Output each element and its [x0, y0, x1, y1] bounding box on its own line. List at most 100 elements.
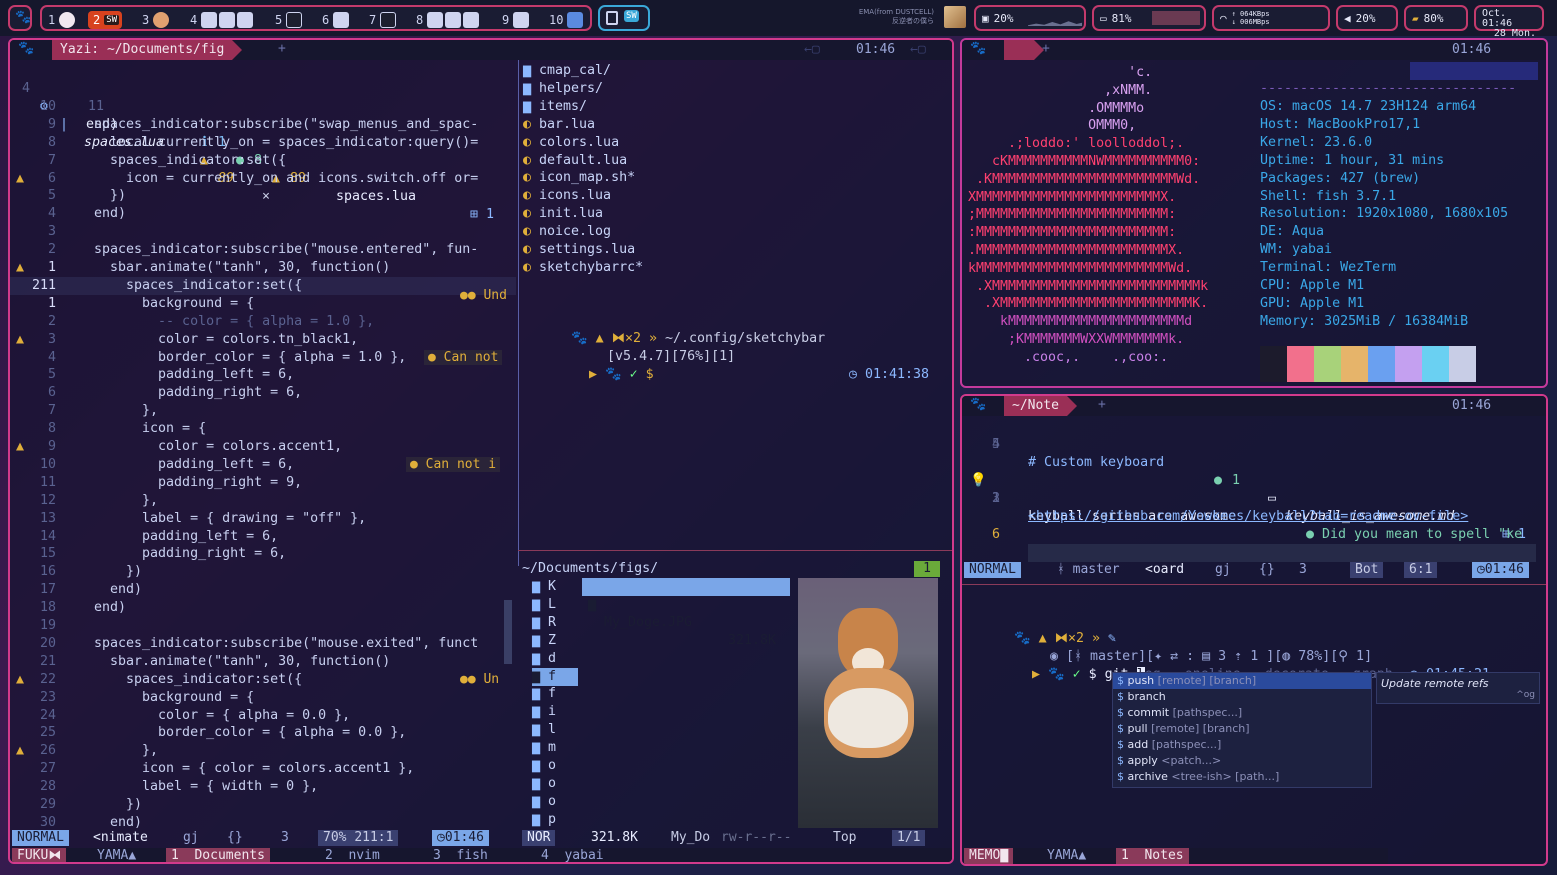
code-line[interactable]: 21 sbar.animate("tanh", 30, function() — [10, 653, 516, 671]
yazi-dir-entry[interactable]: ▆ K — [532, 578, 578, 596]
file-entry[interactable]: ◐ colors.lua — [523, 134, 619, 152]
cpu-widget[interactable]: ▣ 20% — [974, 5, 1086, 31]
note-link-line[interactable]: 2 <https://github.com/Yowkees/keyball?ta… — [962, 472, 1546, 524]
tmux-window-1[interactable]: 1 Documents — [166, 848, 270, 862]
tab-note[interactable]: ~/Note — [1004, 396, 1077, 416]
yazi-dir-entry[interactable]: ▆ f — [532, 667, 578, 686]
code-line[interactable]: 9 ▲ color = colors.accent1, — [10, 438, 516, 456]
code-line[interactable]: 3 — [10, 223, 516, 241]
completion-menu[interactable]: $ push [remote] [branch] $ branch $ commi… — [1112, 672, 1372, 788]
code-line[interactable]: 29 }) — [10, 796, 516, 814]
file-entry[interactable]: ◐ icon_map.sh* — [523, 169, 635, 187]
completion-item[interactable]: $ apply <patch...> — [1113, 753, 1371, 769]
code-line[interactable]: 2 -- color = { alpha = 1.0 }, — [10, 313, 516, 331]
code-line[interactable]: 5 padding_left = 6, — [10, 366, 516, 384]
code-line[interactable]: 24 color = { alpha = 0.0 }, — [10, 707, 516, 725]
nvim-editor[interactable]: 4 ⚙ | spaces.lua ▲ 89 × 11 end) ℹ1 ● 8 ▲ 8… — [10, 60, 516, 834]
yazi-dir-entry[interactable]: ▆ d — [532, 650, 578, 668]
yazi-dir-entry[interactable]: ▆ o — [532, 775, 578, 793]
new-tab-button[interactable]: + — [1042, 41, 1050, 56]
front-app[interactable]: SW — [598, 5, 650, 31]
code-line[interactable]: 12 }, — [10, 492, 516, 510]
volume-widget[interactable]: ◀ 20% — [1336, 5, 1398, 31]
code-line[interactable]: 10 — [10, 98, 516, 116]
file-entry[interactable]: ▆ helpers/ — [523, 80, 603, 98]
workspace-1[interactable]: 1 — [46, 11, 76, 29]
file-entry[interactable]: ▆ cmap_cal/ — [523, 62, 611, 80]
prompt-line[interactable]: ▶ 🐾 ✓ $ — [541, 348, 741, 382]
code-line[interactable]: 22 ▲ spaces_indicator:set({ — [10, 671, 516, 689]
clock-widget[interactable]: Oct. 01:46 28 Mon. — [1474, 5, 1544, 39]
now-playing[interactable]: EMA(from DUSTCELL) 反逆者の僕ら — [850, 8, 934, 26]
code-line[interactable]: 1 background = { — [10, 295, 516, 313]
code-line[interactable]: 8 icon = { — [10, 420, 516, 438]
code-line[interactable]: 19 — [10, 617, 516, 635]
file-entry[interactable]: ◐ settings.lua — [523, 241, 635, 259]
yazi-dir-entry[interactable]: ▆ l — [532, 721, 578, 739]
yazi-dir-entry[interactable]: ▆ p — [532, 811, 578, 829]
completion-item[interactable]: $ push [remote] [branch] — [1113, 673, 1371, 689]
file-entry[interactable]: ◐ init.lua — [523, 205, 603, 223]
tab-yazi[interactable]: Yazi: ~/Documents/fig — [52, 40, 243, 60]
completion-item[interactable]: $ commit [pathspec...] — [1113, 705, 1371, 721]
new-tab-button[interactable]: + — [1098, 397, 1106, 412]
completion-item[interactable]: $ archive <tree-ish> [path...] — [1113, 769, 1371, 785]
yazi-dir-entry[interactable]: ▆ o — [532, 793, 578, 811]
yazi-dir-entry[interactable]: ▆ Z — [532, 632, 578, 650]
file-entry[interactable]: ◐ noice.log — [523, 223, 611, 241]
workspace-2[interactable]: 2 SW — [88, 11, 123, 29]
file-entry[interactable]: ◐ icons.lua — [523, 187, 611, 205]
code-line[interactable]: 2 spaces_indicator:subscribe("mouse.enter… — [10, 241, 516, 259]
code-line[interactable]: 27 icon = { color = colors.accent1 }, — [10, 760, 516, 778]
tmux-window-2[interactable]: 2 nvim — [320, 848, 385, 862]
code-line[interactable]: 16 }) — [10, 563, 516, 581]
code-line[interactable]: 6 padding_right = 6, — [10, 384, 516, 402]
file-entry[interactable]: ◐ bar.lua — [523, 116, 595, 134]
yazi-dir-entry[interactable]: ▆ i — [532, 703, 578, 721]
completion-item[interactable]: $ branch — [1113, 689, 1371, 705]
note-editor[interactable]: 5 # Custom keyboard ● 1 ▭ keyball_is_awes… — [962, 416, 1546, 576]
code-line[interactable]: 13 label = { drawing = "off" }, — [10, 510, 516, 528]
workspace-3[interactable]: 3 — [140, 11, 170, 29]
yazi-tab[interactable]: 1 — [914, 561, 940, 577]
tab-fetch[interactable] — [1004, 40, 1044, 60]
workspace-10[interactable]: 10 — [547, 11, 584, 29]
workspace-7[interactable]: 7 — [367, 11, 397, 29]
code-line[interactable]: 5 }) — [10, 187, 516, 205]
tmux-window-3[interactable]: 3 fish — [428, 848, 493, 862]
completion-item[interactable]: $ add [pathspec...] — [1113, 737, 1371, 753]
code-line[interactable]: 26 ▲ }, — [10, 742, 516, 760]
apple-menu-button[interactable]: 🐾 — [8, 5, 32, 31]
workspace-5[interactable]: 5 — [273, 11, 303, 29]
code-line[interactable]: 17 end) — [10, 581, 516, 599]
code-line[interactable]: 14 padding_left = 6, — [10, 528, 516, 546]
yazi-dir-entry[interactable]: ▆ L — [532, 596, 578, 614]
yazi-file-manager[interactable]: ~/Documents/figs/ 1 ▆ K ▆ L ▆ R ▆ Z ▆ d ▆ f ▆ … — [518, 560, 952, 832]
scrollbar[interactable] — [504, 600, 512, 664]
yazi-dir-entry[interactable]: ▆ R — [532, 614, 578, 632]
workspace-4[interactable]: 4 — [188, 11, 254, 29]
code-line[interactable]: 7 }, — [10, 402, 516, 420]
new-tab-button[interactable]: + — [278, 41, 286, 56]
battery-widget[interactable]: ▰ 80% — [1404, 5, 1468, 31]
selected-file[interactable]: ▆ My_Doge.JPG 321.8K — [582, 578, 790, 648]
yazi-dir-entry[interactable]: ▆ f — [532, 685, 578, 703]
code-line[interactable]: 1 ▲ sbar.animate("tanh", 30, function() — [10, 259, 516, 277]
code-line[interactable]: 11 padding_right = 9, — [10, 474, 516, 492]
memory-widget[interactable]: ▭ 81% — [1092, 5, 1206, 31]
tmux-window-4[interactable]: 4 yabai — [536, 848, 609, 862]
tmux-window-1[interactable]: 1 Notes — [1116, 848, 1189, 864]
code-line[interactable]: 4 end) — [10, 205, 516, 223]
code-line[interactable]: 211 spaces_indicator:set({ — [10, 276, 516, 295]
code-line[interactable]: 15 padding_right = 6, — [10, 545, 516, 563]
workspace-6[interactable]: 6 — [320, 11, 350, 29]
yazi-dir-entry[interactable]: ▆ m — [532, 739, 578, 757]
code-line[interactable]: 28 label = { width = 0 }, — [10, 778, 516, 796]
file-list[interactable]: ▆ cmap_cal/▆ helpers/▆ items/◐ bar.lua ◐ … — [518, 60, 952, 566]
file-entry[interactable]: ◐ default.lua — [523, 152, 627, 170]
completion-item[interactable]: $ pull [remote] [branch] — [1113, 721, 1371, 737]
code-line[interactable]: 8 local currently_on = spaces_indicator:… — [10, 134, 516, 152]
code-line[interactable]: 23 background = { — [10, 689, 516, 707]
code-line[interactable]: 25 border_color = { alpha = 0.0 }, — [10, 724, 516, 742]
command-line[interactable]: ▶ 🐾 ✓ $ git log --oneline --decorate --g… — [984, 648, 1544, 682]
